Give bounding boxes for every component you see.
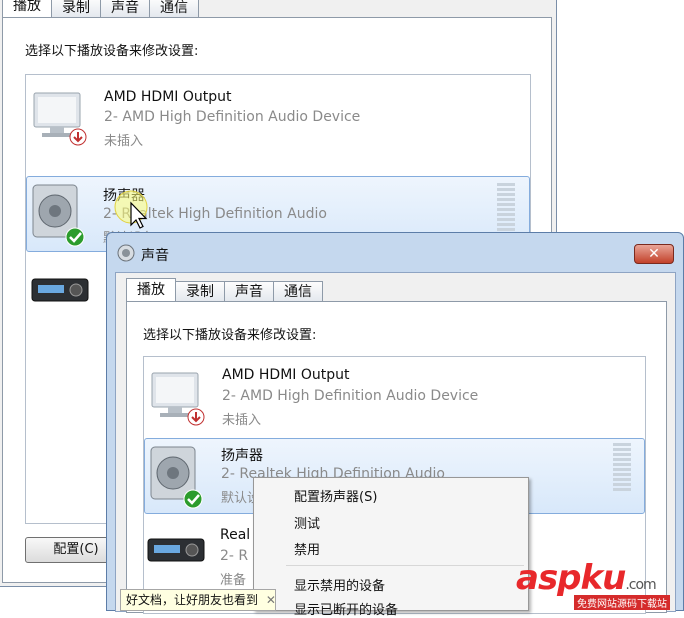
menu-item-show-disabled[interactable]: 显示禁用的设备 bbox=[294, 575, 385, 594]
watermark-tld: .com bbox=[625, 577, 656, 593]
monitor-icon bbox=[33, 92, 87, 146]
device-description: 2- AMD High Definition Audio Device bbox=[222, 388, 479, 404]
tab-sounds[interactable]: 声音 bbox=[100, 0, 150, 17]
instruction-text: 选择以下播放设备来修改设置: bbox=[143, 328, 317, 343]
tab-recording[interactable]: 录制 bbox=[51, 0, 101, 17]
device-name: 扬声器 bbox=[221, 448, 263, 464]
tab-playback[interactable]: 播放 bbox=[126, 278, 176, 301]
receiver-icon bbox=[31, 278, 89, 302]
tab-communications[interactable]: 通信 bbox=[273, 281, 323, 301]
menu-item-disable[interactable]: 禁用 bbox=[294, 539, 320, 558]
context-menu: 配置扬声器(S) 测试 禁用 显示禁用的设备 显示已断开的设备 bbox=[253, 477, 529, 618]
watermark-slogan: 免费网站源码下载站 bbox=[574, 595, 670, 610]
tab-recording[interactable]: 录制 bbox=[175, 281, 225, 301]
site-watermark-logo: aspku.com bbox=[516, 558, 657, 598]
device-status: 准备 bbox=[220, 573, 247, 588]
window-title: 声音 bbox=[141, 248, 169, 264]
menu-item-configure-speakers[interactable]: 配置扬声器(S) bbox=[294, 486, 377, 505]
device-name: AMD HDMI Output bbox=[222, 367, 350, 383]
speaker-icon bbox=[150, 446, 203, 509]
watermark-brand: aspku bbox=[516, 558, 626, 598]
menu-item-test[interactable]: 测试 bbox=[294, 513, 320, 532]
close-icon[interactable]: ✕ bbox=[266, 593, 276, 607]
instruction-text: 选择以下播放设备来修改设置: bbox=[25, 44, 199, 59]
speaker-icon bbox=[32, 184, 85, 247]
device-item-hdmi[interactable]: AMD HDMI Output 2- AMD High Definition A… bbox=[144, 361, 645, 437]
device-status: 未插入 bbox=[104, 134, 144, 149]
tab-communications[interactable]: 通信 bbox=[149, 0, 199, 17]
volume-meter bbox=[613, 443, 631, 493]
device-description: 2- R bbox=[220, 548, 249, 564]
device-name: AMD HDMI Output bbox=[104, 89, 232, 105]
menu-item-show-disconnected[interactable]: 显示已断开的设备 bbox=[294, 599, 398, 618]
speaker-app-icon bbox=[117, 244, 135, 262]
tab-sounds[interactable]: 声音 bbox=[224, 281, 274, 301]
device-item-hdmi[interactable]: AMD HDMI Output 2- AMD High Definition A… bbox=[26, 81, 530, 157]
menu-separator bbox=[286, 565, 524, 566]
monitor-icon bbox=[151, 372, 205, 426]
device-description: 2- AMD High Definition Audio Device bbox=[104, 109, 361, 125]
share-tooltip[interactable]: 好文档，让好朋友也看到 ✕ bbox=[120, 589, 276, 611]
close-button[interactable]: ✕ bbox=[634, 244, 674, 264]
device-status: 未插入 bbox=[222, 413, 262, 428]
device-name: Real bbox=[220, 527, 251, 543]
tab-strip: 播放 录制 声音 通信 bbox=[2, 0, 199, 17]
tooltip-text: 好文档，让好朋友也看到 bbox=[126, 593, 259, 607]
tab-strip: 播放 录制 声音 通信 bbox=[126, 278, 323, 301]
tab-playback[interactable]: 播放 bbox=[2, 0, 52, 17]
receiver-icon bbox=[147, 538, 205, 562]
